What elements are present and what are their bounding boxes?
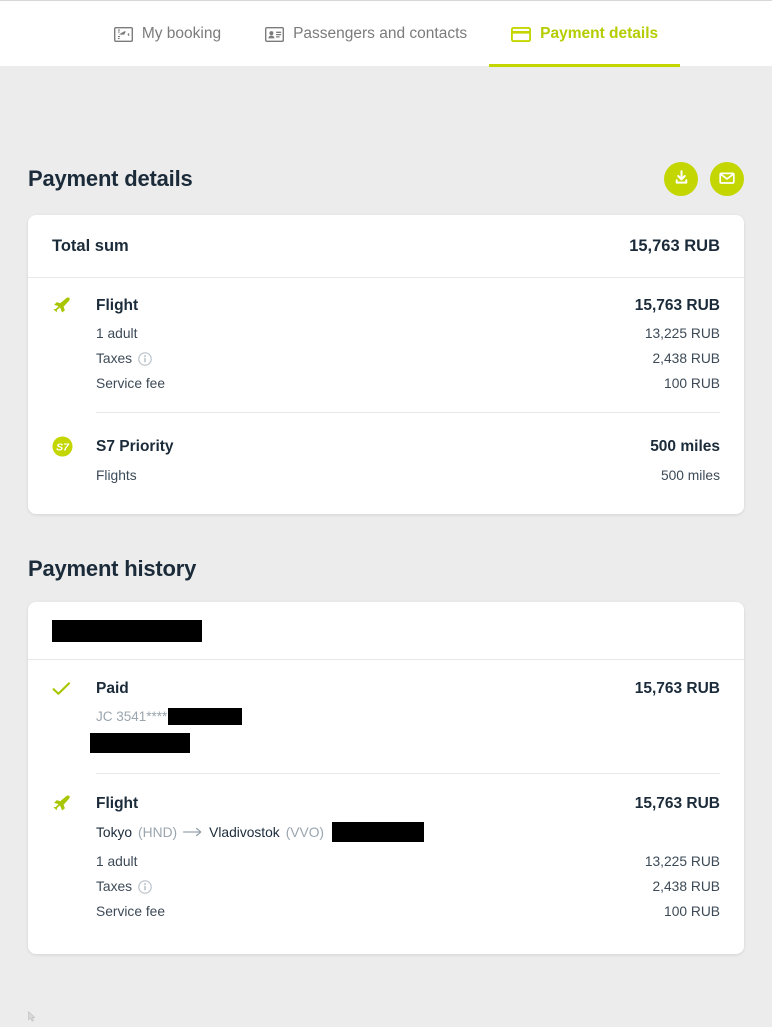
- group-title-flight: Flight: [96, 297, 139, 314]
- redacted-route-detail: [332, 822, 425, 842]
- tab-passengers-and-contacts[interactable]: Passengers and contacts: [243, 1, 489, 67]
- group-header: Flight 15,763 RUB: [52, 795, 720, 813]
- history-group-paid: Paid 15,763 RUB JC 3541 ****: [28, 660, 744, 773]
- route-destination-city: Vladivostok: [209, 824, 280, 840]
- line-value: 500 miles: [660, 468, 720, 483]
- download-button[interactable]: [664, 162, 698, 196]
- line-label: Flights: [96, 468, 137, 483]
- history-header-row: [28, 602, 744, 659]
- group-title-paid: Paid: [96, 680, 129, 697]
- group-amount-flight: 15,763 RUB: [634, 297, 720, 314]
- summary-line-taxes: Taxes 2,438 RUB: [96, 346, 720, 371]
- summary-group-s7-priority: S7 S7 Priority 500 miles Flights 500 mil…: [28, 412, 744, 514]
- inner-divider: [96, 773, 720, 774]
- page-header: Payment details: [28, 66, 744, 215]
- group-header: Flight 15,763 RUB: [52, 297, 720, 315]
- line-value: 13,225 RUB: [644, 326, 720, 341]
- line-label-wrap: Taxes: [96, 879, 653, 894]
- card-prefix: JC 3541: [96, 709, 147, 724]
- info-icon[interactable]: [138, 879, 152, 894]
- tab-payment-details[interactable]: Payment details: [489, 1, 681, 67]
- redacted-order-id: [52, 620, 202, 642]
- route-origin-city: Tokyo: [96, 824, 133, 840]
- id-card-icon: [265, 26, 285, 42]
- route-destination-code: (VVO): [285, 824, 325, 840]
- total-sum-label: Total sum: [52, 237, 129, 255]
- ticket-plane-icon: [113, 26, 133, 42]
- payment-summary-card: Total sum 15,763 RUB Flight 15,763 RUB 1…: [28, 215, 744, 514]
- card-mask: ****: [146, 709, 168, 724]
- download-icon: [673, 169, 690, 189]
- redacted-card-tail: [168, 708, 243, 725]
- airplane-icon: [52, 795, 96, 813]
- line-label: 1 adult: [96, 326, 138, 341]
- tab-label-my-booking: My booking: [141, 25, 222, 42]
- inner-divider: [96, 412, 720, 413]
- tab-label-payment-details: Payment details: [540, 25, 659, 42]
- line-label: 1 adult: [96, 854, 138, 869]
- check-icon: [52, 681, 96, 697]
- flight-route: Tokyo (HND) Vladivostok (VVO): [96, 819, 720, 846]
- line-value: 2,438 RUB: [652, 879, 721, 894]
- history-line-adult: 1 adult 13,225 RUB: [96, 846, 720, 874]
- group-amount-flight: 15,763 RUB: [634, 795, 720, 812]
- group-header: S7 S7 Priority 500 miles: [52, 436, 720, 457]
- group-title-flight: Flight: [96, 795, 139, 812]
- tab-my-booking[interactable]: My booking: [92, 1, 243, 67]
- summary-line-adult: 1 adult 13,225 RUB: [96, 321, 720, 346]
- tab-label-passengers-and-contacts: Passengers and contacts: [293, 25, 468, 42]
- s7-logo-icon: S7: [52, 436, 96, 457]
- arrow-right-icon: [183, 827, 203, 837]
- summary-group-flight: Flight 15,763 RUB 1 adult 13,225 RUB Tax…: [28, 278, 744, 412]
- svg-text:S7: S7: [56, 442, 70, 454]
- history-group-flight: Flight 15,763 RUB Tokyo (HND) Vladivosto…: [28, 773, 744, 954]
- line-label-wrap: Taxes: [96, 351, 653, 366]
- airplane-icon: [52, 297, 96, 315]
- payment-history-card: Paid 15,763 RUB JC 3541 **** Flight 15,7…: [28, 602, 744, 954]
- total-sum-value: 15,763 RUB: [629, 237, 720, 255]
- payment-history-title: Payment history: [28, 556, 197, 581]
- payment-card-number: JC 3541 ****: [96, 704, 720, 727]
- summary-line-service-fee: Service fee 100 RUB: [96, 371, 720, 396]
- route-origin-code: (HND): [138, 824, 178, 840]
- page-title: Payment details: [28, 166, 193, 191]
- header-actions: [664, 162, 744, 196]
- redacted-card-holder: [90, 733, 190, 753]
- payment-holder-row: [90, 727, 720, 755]
- group-title-s7-priority: S7 Priority: [96, 437, 174, 455]
- line-label: Taxes: [96, 879, 133, 894]
- mouse-cursor: [28, 1009, 36, 1022]
- history-line-taxes: Taxes 2,438 RUB: [96, 874, 720, 899]
- line-value: 100 RUB: [664, 904, 720, 919]
- email-button[interactable]: [710, 162, 744, 196]
- history-line-service-fee: Service fee 100 RUB: [96, 899, 720, 924]
- group-header: Paid 15,763 RUB: [52, 680, 720, 698]
- payment-details-page: Payment details Total sum 15,763 RUB Fli…: [0, 66, 772, 954]
- group-amount-paid: 15,763 RUB: [634, 680, 720, 697]
- summary-line-flights: Flights 500 miles: [96, 463, 720, 488]
- group-amount-s7-priority: 500 miles: [650, 437, 720, 455]
- info-icon[interactable]: [138, 351, 152, 366]
- line-value: 13,225 RUB: [644, 854, 720, 869]
- line-value: 100 RUB: [664, 376, 720, 391]
- envelope-icon: [718, 169, 736, 190]
- line-label: Service fee: [96, 376, 166, 391]
- main-tab-bar: My booking Passengers and contacts Payme…: [0, 0, 772, 67]
- credit-card-icon: [511, 26, 532, 42]
- total-sum-row: Total sum 15,763 RUB: [28, 215, 744, 277]
- line-label: Taxes: [96, 351, 133, 366]
- line-value: 2,438 RUB: [652, 351, 721, 366]
- line-label: Service fee: [96, 904, 166, 919]
